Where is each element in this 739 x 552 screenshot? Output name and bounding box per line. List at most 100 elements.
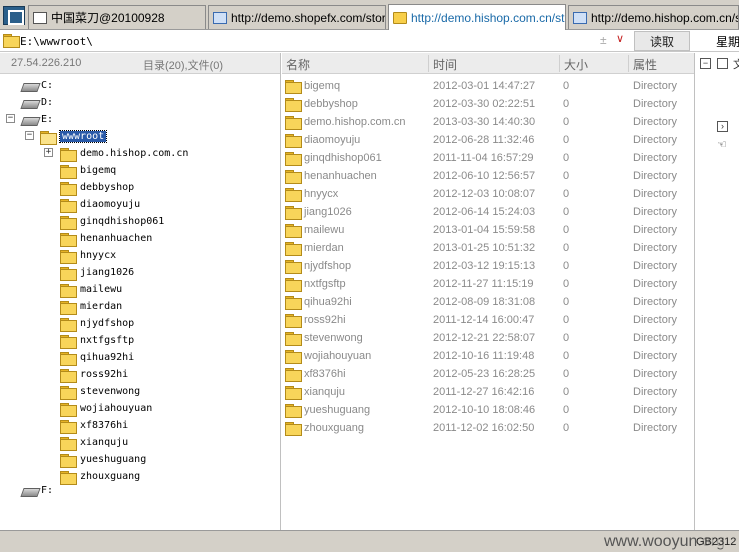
- table-row[interactable]: xianquju 2011-12-27 16:42:16 0 Directory: [282, 383, 694, 401]
- tree-folder-wwwroot[interactable]: wwwroot: [40, 128, 108, 145]
- cell-name: demo.hishop.com.cn: [304, 116, 406, 128]
- tree-folder-item[interactable]: nxtfgsftp: [60, 332, 134, 349]
- drive-icon: [22, 486, 38, 496]
- folder-icon: [60, 249, 77, 264]
- folder-icon: [60, 470, 77, 485]
- table-row[interactable]: xf8376hi 2012-05-23 16:28:25 0 Directory: [282, 365, 694, 383]
- table-row[interactable]: mailewu 2013-01-04 15:59:58 0 Directory: [282, 221, 694, 239]
- cell-attr: Directory: [633, 224, 678, 236]
- tree-folder-item[interactable]: mierdan: [60, 298, 122, 315]
- tree-folder-item[interactable]: yueshuguang: [60, 451, 146, 468]
- tab-label: http://demo.hishop.com.cn/st...: [591, 10, 739, 25]
- tree-folder-item[interactable]: mailewu: [60, 281, 122, 298]
- tree-folder-item[interactable]: ross92hi: [60, 366, 128, 383]
- table-row[interactable]: njydfshop 2012-03-12 19:15:13 0 Directory: [282, 257, 694, 275]
- table-row[interactable]: nxtfgsftp 2012-11-27 11:15:19 0 Directory: [282, 275, 694, 293]
- table-row[interactable]: ross92hi 2011-12-14 16:00:47 0 Directory: [282, 311, 694, 329]
- tree-folder-item[interactable]: qihua92hi: [60, 349, 134, 366]
- table-row[interactable]: debbyshop 2012-03-30 02:22:51 0 Directory: [282, 95, 694, 113]
- tree-folder-item[interactable]: diaomoyuju: [60, 196, 140, 213]
- cell-size: 0: [563, 242, 570, 254]
- ie-icon: [213, 11, 227, 24]
- collapse-icon[interactable]: −: [700, 58, 711, 69]
- column-header-name[interactable]: 名称: [286, 56, 310, 72]
- tree-folder-item[interactable]: bigemq: [60, 162, 116, 179]
- tree-drive-f[interactable]: F:: [22, 482, 53, 499]
- expand-icon[interactable]: +: [44, 148, 53, 157]
- chevron-down-icon[interactable]: ∨: [616, 32, 624, 45]
- folder-label: zhouxguang: [80, 471, 141, 482]
- folder-icon: [285, 278, 302, 292]
- column-header-attr[interactable]: 属性: [633, 56, 657, 72]
- tab-label: http://demo.shopefx.com/stor...: [231, 10, 386, 25]
- tree-drive-c[interactable]: C:: [22, 77, 53, 94]
- column-divider[interactable]: [628, 55, 629, 72]
- column-divider[interactable]: [559, 55, 560, 72]
- folder-icon: [60, 419, 77, 434]
- table-row[interactable]: henanhuachen 2012-06-10 12:56:57 0 Director…: [282, 167, 694, 185]
- tree-folder-item[interactable]: ginqdhishop061: [60, 213, 164, 230]
- tree-folder-item[interactable]: xf8376hi: [60, 417, 128, 434]
- cell-time: 2011-12-14 16:00:47: [433, 314, 535, 326]
- list-header: 名称 时间 大小 属性: [282, 53, 694, 74]
- column-divider[interactable]: [428, 55, 429, 72]
- tab-caidao[interactable]: 中国菜刀@20100928: [28, 5, 206, 29]
- cell-size: 0: [563, 386, 570, 398]
- table-row[interactable]: ginqdhishop061 2011-11-04 16:57:29 0 Direct…: [282, 149, 694, 167]
- table-row[interactable]: jiang1026 2012-06-14 15:24:03 0 Directory: [282, 203, 694, 221]
- folder-label: demo.hishop.com.cn: [80, 148, 189, 159]
- tree-folder-item[interactable]: debbyshop: [60, 179, 134, 196]
- cell-time: 2013-01-25 10:51:32: [433, 242, 536, 254]
- cell-size: 0: [563, 422, 570, 434]
- cell-time: 2012-08-09 18:31:08: [433, 296, 536, 308]
- table-row[interactable]: diaomoyuju 2012-06-28 11:32:46 0 Directory: [282, 131, 694, 149]
- tree-folder-demo-hishop[interactable]: demo.hishop.com.cn: [60, 145, 188, 162]
- checkbox-icon[interactable]: [717, 58, 728, 69]
- cell-size: 0: [563, 332, 570, 344]
- plus-minus-icon[interactable]: ±: [600, 33, 607, 47]
- table-row[interactable]: wojiahouyuan 2012-10-16 11:19:48 0 Director…: [282, 347, 694, 365]
- cell-size: 0: [563, 116, 570, 128]
- tree-drive-e[interactable]: E:: [22, 111, 53, 128]
- cell-attr: Directory: [633, 242, 678, 254]
- tree-folder-item[interactable]: xianquju: [60, 434, 128, 451]
- tree-folder-item[interactable]: stevenwong: [60, 383, 140, 400]
- folder-icon: [285, 404, 302, 418]
- cell-name: yueshuguang: [304, 404, 371, 416]
- table-row[interactable]: bigemq 2012-03-01 14:47:27 0 Directory: [282, 77, 694, 95]
- table-row[interactable]: zhouxguang 2011-12-02 16:02:50 0 Directory: [282, 419, 694, 437]
- tree-drive-d[interactable]: D:: [22, 94, 53, 111]
- column-header-size[interactable]: 大小: [564, 56, 588, 72]
- tab-hishop-active[interactable]: http://demo.hishop.com.cn/st...: [388, 4, 566, 30]
- tree-folder-item[interactable]: jiang1026: [60, 264, 134, 281]
- tree-folder-item[interactable]: wojiahouyuan: [60, 400, 152, 417]
- tree-folder-item[interactable]: henanhuachen: [60, 230, 152, 247]
- folder-label: ginqdhishop061: [80, 216, 165, 227]
- table-row[interactable]: stevenwong 2012-12-21 22:58:07 0 Directory: [282, 329, 694, 347]
- read-button[interactable]: 读取: [634, 31, 690, 51]
- tree-folder-item[interactable]: hnyycx: [60, 247, 116, 264]
- path-input[interactable]: [20, 33, 596, 49]
- column-header-time[interactable]: 时间: [433, 56, 457, 72]
- table-row[interactable]: hnyycx 2012-12-03 10:08:07 0 Directory: [282, 185, 694, 203]
- hand-icon[interactable]: ☜: [717, 138, 727, 151]
- cell-attr: Directory: [633, 206, 678, 218]
- play-icon[interactable]: ›: [717, 121, 728, 132]
- folder-icon: [285, 116, 302, 130]
- window-menu-icon[interactable]: [3, 6, 25, 25]
- table-row[interactable]: qihua92hi 2012-08-09 18:31:08 0 Directory: [282, 293, 694, 311]
- collapse-icon[interactable]: −: [6, 114, 15, 123]
- cell-attr: Directory: [633, 98, 678, 110]
- tree-folder-item[interactable]: zhouxguang: [60, 468, 140, 485]
- cell-size: 0: [563, 98, 570, 110]
- tree-folder-item[interactable]: njydfshop: [60, 315, 134, 332]
- cell-name: njydfshop: [304, 260, 352, 272]
- table-row[interactable]: mierdan 2013-01-25 10:51:32 0 Directory: [282, 239, 694, 257]
- table-row[interactable]: yueshuguang 2012-10-10 18:08:46 0 Directory: [282, 401, 694, 419]
- collapse-icon[interactable]: −: [25, 131, 34, 140]
- tab-hishop[interactable]: http://demo.hishop.com.cn/st...: [568, 5, 739, 29]
- table-row[interactable]: demo.hishop.com.cn 2013-03-30 14:40:30 0 Di…: [282, 113, 694, 131]
- cell-time: 2012-03-12 19:15:13: [433, 260, 536, 272]
- folder-icon: [285, 134, 302, 148]
- tab-shopefx[interactable]: http://demo.shopefx.com/stor...: [208, 5, 386, 29]
